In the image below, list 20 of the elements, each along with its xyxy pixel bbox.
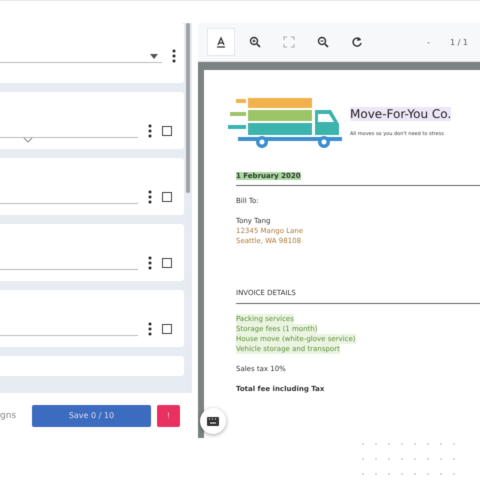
checkbox[interactable]	[162, 258, 172, 268]
text-tool-icon[interactable]	[208, 29, 234, 55]
chevron-icon[interactable]	[23, 137, 33, 143]
scrollbar[interactable]	[186, 23, 190, 193]
save-button[interactable]: Save 0 / 10	[32, 404, 152, 426]
checkbox[interactable]	[162, 126, 172, 136]
checkbox[interactable]	[162, 324, 172, 334]
alert-button[interactable]: !	[157, 404, 180, 426]
more-icon[interactable]	[148, 322, 152, 336]
keyboard-icon	[207, 416, 219, 426]
more-icon[interactable]	[148, 190, 152, 204]
company-name: Move-For-You Co.	[350, 107, 452, 121]
previous-page-button[interactable]: -	[427, 38, 430, 46]
checkbox[interactable]	[162, 192, 172, 202]
page-indicator: 1 / 1	[450, 38, 468, 46]
caret-icon	[150, 54, 158, 58]
more-icon[interactable]	[148, 256, 152, 270]
more-icon[interactable]	[148, 124, 152, 138]
footer-label: gns	[0, 410, 18, 420]
more-icon[interactable]	[172, 49, 176, 63]
